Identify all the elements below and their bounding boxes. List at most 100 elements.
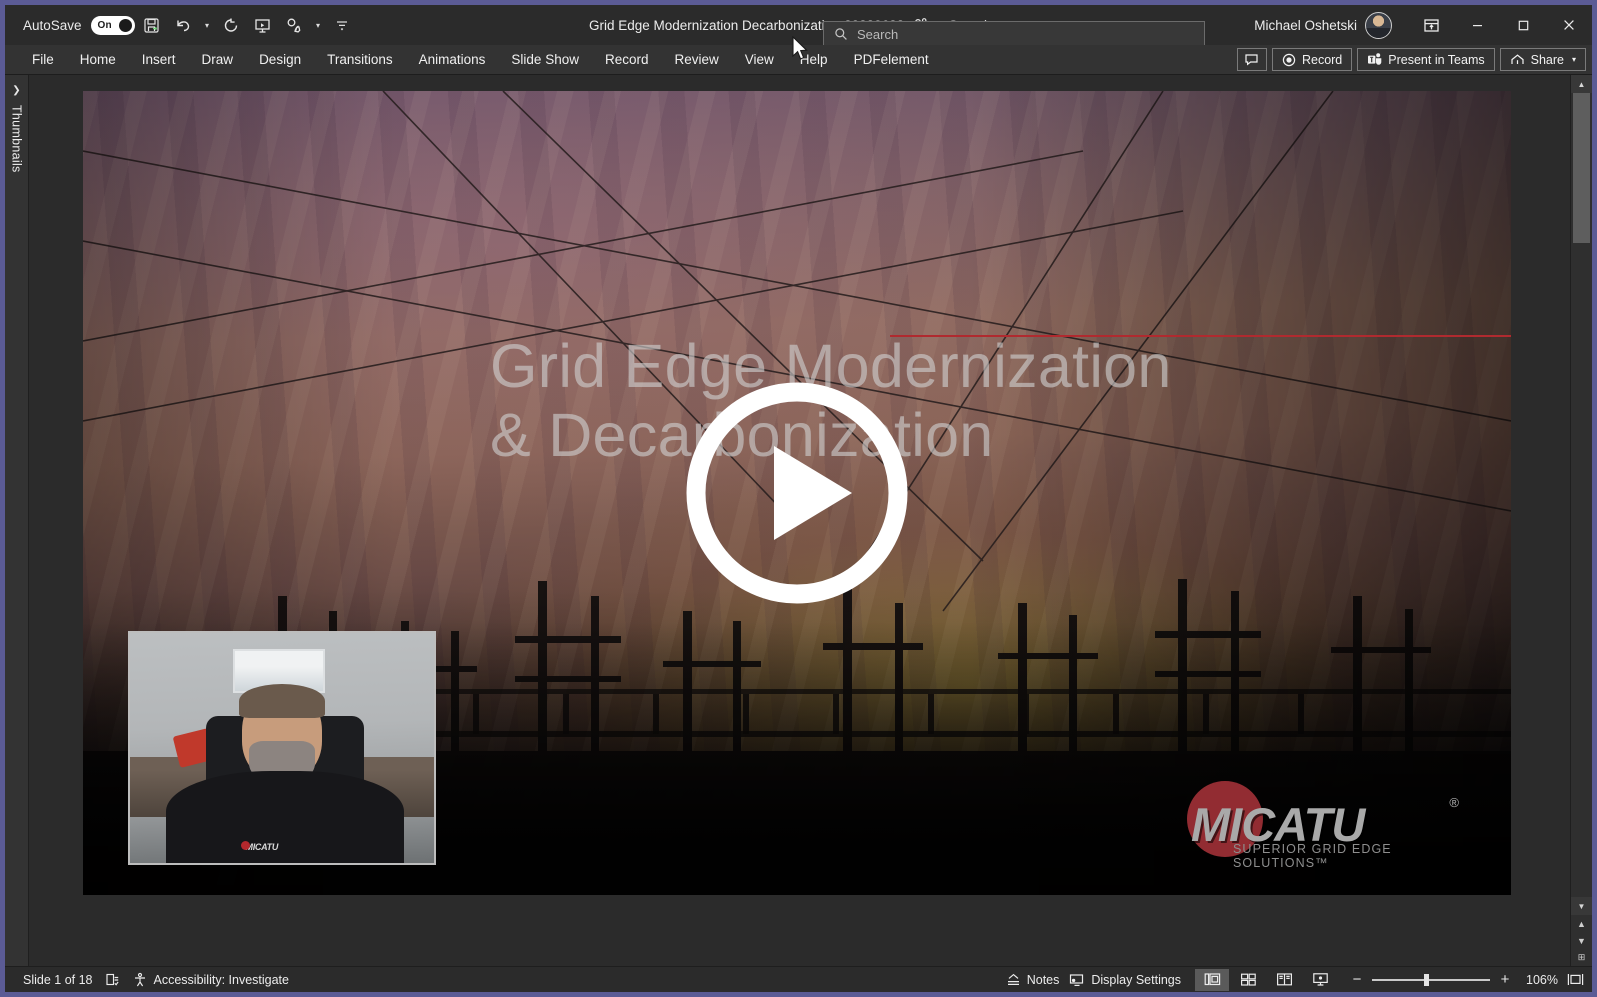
pip-presenter-torso [166, 771, 404, 863]
tab-record[interactable]: Record [592, 45, 662, 74]
tab-view[interactable]: View [732, 45, 787, 74]
scrollbar-track[interactable] [1571, 93, 1592, 897]
record-button-label: Record [1301, 52, 1343, 67]
share-chevron-down-icon[interactable]: ▾ [1572, 55, 1576, 64]
zoom-level-label[interactable]: 106% [1520, 973, 1558, 987]
logo-registered-mark: ® [1449, 795, 1459, 810]
notes-button[interactable]: Notes [1006, 972, 1060, 987]
scrollbar-thumb[interactable] [1573, 93, 1590, 243]
zoom-slider[interactable] [1372, 973, 1490, 986]
zoom-out-button[interactable]: − [1351, 971, 1363, 988]
teams-icon [1367, 52, 1382, 67]
redo-icon[interactable] [216, 11, 246, 39]
status-bar: Slide 1 of 18 Accessibility: Investigate [5, 966, 1592, 992]
customize-quick-access-toolbar-icon[interactable] [327, 11, 357, 39]
quick-access-toolbar: AutoSave On ▾ ▾ [5, 11, 357, 39]
play-video-button[interactable] [684, 380, 910, 606]
slide-sorter-view-button[interactable] [1231, 969, 1265, 991]
next-slide-button[interactable]: ▼ [1571, 932, 1592, 949]
share-icon [1510, 52, 1525, 67]
avatar[interactable] [1365, 11, 1392, 39]
thumbnails-panel-collapsed[interactable]: ❯ Thumbnails [5, 75, 29, 966]
powerpoint-window: AutoSave On ▾ ▾ Grid Edge Modernization … [0, 0, 1597, 997]
logo-tagline: SUPERIOR GRID EDGE SOLUTIONS™ [1233, 842, 1392, 870]
scroll-down-button[interactable]: ▼ [1571, 897, 1592, 915]
autosave-label: AutoSave [23, 17, 82, 33]
search-box[interactable] [823, 21, 1205, 47]
undo-icon[interactable] [169, 11, 199, 39]
tab-insert[interactable]: Insert [129, 45, 189, 74]
ribbon-display-options-icon[interactable] [1408, 5, 1454, 45]
tab-design[interactable]: Design [246, 45, 314, 74]
spell-check-icon[interactable] [105, 972, 120, 987]
autosave-toggle[interactable]: On [90, 15, 135, 35]
slide-counter[interactable]: Slide 1 of 18 [23, 973, 93, 987]
comments-button[interactable] [1236, 48, 1267, 71]
share-button-label: Share [1530, 52, 1564, 67]
close-button[interactable] [1546, 5, 1592, 45]
slide-editing-area: Grid Edge Modernization & Decarbonizatio… [29, 75, 1570, 966]
tab-home[interactable]: Home [67, 45, 129, 74]
status-left-group: Slide 1 of 18 Accessibility: Investigate [5, 972, 289, 988]
undo-dropdown-chevron-down-icon[interactable]: ▾ [201, 11, 214, 39]
share-button[interactable]: Share ▾ [1499, 48, 1586, 71]
play-icon [686, 382, 908, 604]
micatu-logo: MICATU ® SUPERIOR GRID EDGE SOLUTIONS™ [1181, 775, 1463, 873]
fit-slide-button[interactable]: ⊞ [1571, 949, 1592, 966]
notes-label: Notes [1026, 972, 1060, 987]
ribbon-action-buttons: Record Present in Teams Share ▾ [1236, 45, 1586, 74]
zoom-slider-handle[interactable] [1424, 973, 1429, 986]
expand-thumbnails-chevron-right-icon[interactable]: ❯ [12, 85, 20, 96]
presenter-video-thumbnail[interactable]: MICATU [128, 631, 436, 865]
touch-mode-dropdown-chevron-down-icon[interactable]: ▾ [312, 11, 325, 39]
editor-body: ❯ Thumbnails Grid Edge Modernization & D… [5, 75, 1592, 966]
tab-draw[interactable]: Draw [189, 45, 247, 74]
mouse-cursor [791, 36, 809, 62]
previous-slide-button[interactable]: ▲ [1571, 915, 1592, 932]
tab-animations[interactable]: Animations [406, 45, 499, 74]
zoom-in-button[interactable]: + [1499, 971, 1511, 988]
accessibility-checker[interactable]: Accessibility: Investigate [132, 972, 289, 988]
slide-title-text[interactable]: Grid Edge Modernization & Decarbonizatio… [490, 332, 1490, 469]
present-in-teams-label: Present in Teams [1388, 52, 1485, 67]
start-from-beginning-icon[interactable] [248, 11, 278, 39]
save-icon[interactable] [137, 11, 167, 39]
scroll-up-button[interactable]: ▲ [1571, 75, 1592, 93]
view-mode-buttons [1195, 968, 1337, 991]
pip-shirt-logo: MICATU [240, 840, 279, 852]
reading-view-button[interactable] [1267, 969, 1301, 991]
pip-presenter-hair [239, 683, 325, 719]
accessibility-label: Accessibility: Investigate [153, 972, 289, 987]
accessibility-icon [132, 972, 148, 988]
slide-show-view-button[interactable] [1303, 969, 1337, 991]
vertical-scrollbar[interactable]: ▲ ▼ ▲ ▼ ⊞ [1570, 75, 1592, 966]
autosave-state: On [97, 19, 112, 31]
record-button[interactable]: Record [1271, 48, 1353, 71]
toggle-knob [118, 18, 132, 32]
tab-review[interactable]: Review [662, 45, 732, 74]
fit-to-window-button[interactable] [1567, 972, 1584, 987]
status-right-group: Notes Display Settings − + 106% [1006, 967, 1584, 992]
slide-canvas[interactable]: Grid Edge Modernization & Decarbonizatio… [83, 91, 1511, 895]
user-name: Michael Oshetski [1254, 17, 1357, 33]
account-manager[interactable]: Michael Oshetski [1248, 8, 1398, 43]
tab-file[interactable]: File [19, 45, 67, 74]
tab-slide-show[interactable]: Slide Show [498, 45, 592, 74]
thumbnails-panel-label: Thumbnails [9, 105, 24, 173]
touch-mouse-mode-icon[interactable] [280, 11, 310, 39]
display-settings-button[interactable]: Display Settings [1069, 973, 1181, 987]
display-settings-icon [1069, 973, 1085, 987]
search-input[interactable] [857, 26, 1177, 42]
tab-pdfelement[interactable]: PDFelement [841, 45, 942, 74]
display-settings-label: Display Settings [1091, 972, 1181, 987]
tab-transitions[interactable]: Transitions [314, 45, 406, 74]
window-controls-group: Michael Oshetski [1248, 5, 1592, 45]
zoom-control[interactable]: − + 106% [1351, 971, 1584, 988]
record-circle-icon [1282, 53, 1296, 67]
maximize-button[interactable] [1500, 5, 1546, 45]
minimize-button[interactable] [1454, 5, 1500, 45]
present-in-teams-button[interactable]: Present in Teams [1357, 48, 1495, 71]
normal-view-button[interactable] [1195, 968, 1229, 991]
notes-icon [1006, 973, 1021, 987]
search-icon [834, 27, 848, 41]
